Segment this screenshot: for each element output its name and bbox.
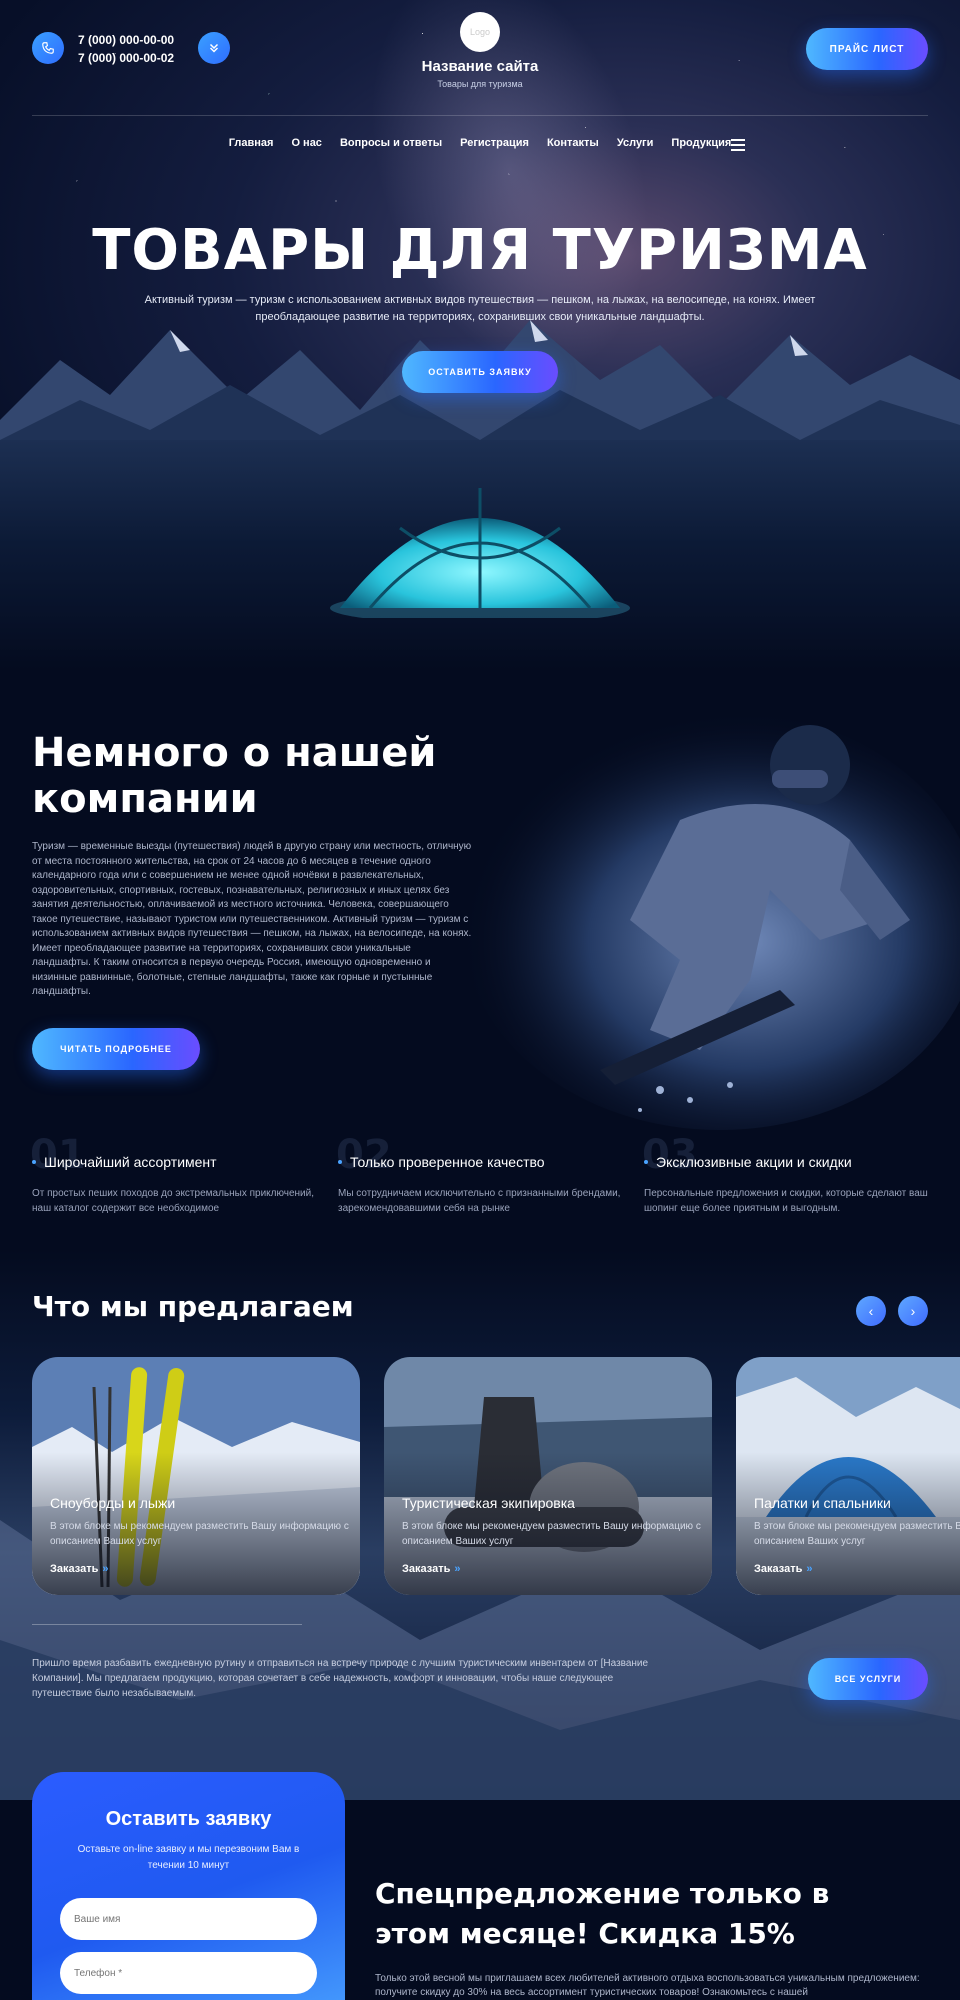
service-card[interactable]: Сноуборды и лыжи В этом блоке мы рекомен… [32, 1357, 360, 1595]
feature-item: 03 Эксклюзивные акции и скидки Персональ… [642, 1132, 944, 1216]
service-card-description: В этом блоке мы рекомендуем разместить В… [402, 1521, 701, 1547]
service-card-title: Туристическая экипировка [402, 1495, 575, 1511]
about-title: Немного о нашей компании [32, 730, 437, 822]
feature-description: Мы сотрудничаем исключительно с признанн… [338, 1188, 621, 1214]
special-offer-title: Спецпредложение только в этом месяце! Ск… [375, 1877, 830, 1950]
hero-description: Активный туризм — туризм с использование… [144, 294, 816, 323]
name-input[interactable] [60, 1898, 317, 1940]
services-title: Что мы предлагаем [32, 1290, 354, 1323]
main-nav: Главная О нас Вопросы и ответы Регистрац… [0, 137, 960, 149]
nav-item-products[interactable]: Продукция [671, 137, 731, 149]
price-list-button[interactable]: ПРАЙС ЛИСТ [806, 28, 928, 70]
nav-item-home[interactable]: Главная [229, 137, 274, 149]
feature-title: Широчайший ассортимент [32, 1154, 332, 1170]
feature-title: Только проверенное качество [338, 1154, 638, 1170]
phone-number-1[interactable]: 7 (000) 000-00-00 [78, 31, 174, 49]
double-chevron-right-icon: » [102, 1563, 109, 1575]
double-chevron-right-icon: » [454, 1563, 461, 1575]
service-card[interactable]: Палатки и спальники В этом блоке мы реко… [736, 1357, 960, 1595]
feature-item: 02 Только проверенное качество Мы сотруд… [336, 1132, 638, 1216]
arrow-right-icon[interactable]: › [898, 1296, 928, 1326]
service-card[interactable]: Туристическая экипировка В этом блоке мы… [384, 1357, 712, 1595]
phone-icon[interactable] [32, 32, 64, 64]
order-link[interactable]: Заказать» [754, 1563, 812, 1575]
order-link[interactable]: Заказать» [50, 1563, 108, 1575]
hero-title: ТОВАРЫ ДЛЯ ТУРИЗМА [92, 218, 868, 283]
service-card-title: Палатки и спальники [754, 1495, 891, 1511]
nav-item-contacts[interactable]: Контакты [547, 137, 599, 149]
request-form: Оставить заявку Оставьте on-line заявку … [32, 1772, 345, 2000]
nav-item-registration[interactable]: Регистрация [460, 137, 529, 149]
feature-description: Персональные предложения и скидки, котор… [644, 1188, 928, 1214]
chevrons-down-icon[interactable] [198, 32, 230, 64]
snowboarder-image [460, 710, 960, 1130]
form-title: Оставить заявку [105, 1808, 272, 1830]
nav-item-about[interactable]: О нас [291, 137, 322, 149]
service-card-title: Сноуборды и лыжи [50, 1495, 176, 1511]
feature-title: Эксклюзивные акции и скидки [644, 1154, 944, 1170]
form-subtitle: Оставьте on-line заявку и мы перезвоним … [77, 1844, 300, 1871]
feature-description: От простых пеших походов до экстремальны… [32, 1188, 315, 1214]
services-section: Что мы предлагаем ‹ › Сноуборды и лыжи В… [0, 1250, 960, 1800]
services-description: Пришло время разбавить ежедневную рутину… [32, 1658, 649, 1699]
services-divider [32, 1624, 302, 1625]
features-list: 01 Широчайший ассортимент От простых пеш… [30, 1132, 928, 1228]
site-subtitle: Товары для туризма [437, 79, 523, 89]
arrow-left-icon[interactable]: ‹ [856, 1296, 886, 1326]
menu-icon[interactable] [731, 139, 745, 151]
all-services-button[interactable]: ВСЕ УСЛУГИ [808, 1658, 928, 1700]
hero-section: 7 (000) 000-00-00 7 (000) 000-00-02 Logo… [0, 0, 960, 670]
site-branding[interactable]: Logo Название сайта Товары для туризма [410, 12, 550, 89]
phone-input[interactable] [60, 1952, 317, 1994]
logo[interactable]: Logo [460, 12, 500, 52]
site-name: Название сайта [421, 58, 539, 75]
header-divider [32, 115, 928, 116]
glowing-tent-image [330, 488, 630, 618]
top-bar: 7 (000) 000-00-00 7 (000) 000-00-02 Logo… [32, 12, 928, 89]
read-more-button[interactable]: ЧИТАТЬ ПОДРОБНЕЕ [32, 1028, 200, 1070]
order-link[interactable]: Заказать» [402, 1563, 460, 1575]
special-offer-description: Только этой весной мы приглашаем всех лю… [375, 1973, 920, 1998]
feature-item: 01 Широчайший ассортимент От простых пеш… [30, 1132, 332, 1216]
phone-numbers: 7 (000) 000-00-00 7 (000) 000-00-02 [78, 31, 174, 67]
phone-number-2[interactable]: 7 (000) 000-00-02 [78, 49, 174, 67]
about-description: Туризм — временные выезды (путешествия) … [32, 841, 472, 997]
service-card-description: В этом блоке мы рекомендуем разместить В… [50, 1521, 349, 1547]
service-card-description: В этом блоке мы рекомендуем разместить В… [754, 1521, 960, 1547]
double-chevron-right-icon: » [806, 1563, 813, 1575]
leave-request-button[interactable]: ОСТАВИТЬ ЗАЯВКУ [402, 351, 558, 393]
nav-item-faq[interactable]: Вопросы и ответы [340, 137, 442, 149]
nav-item-services[interactable]: Услуги [617, 137, 654, 149]
